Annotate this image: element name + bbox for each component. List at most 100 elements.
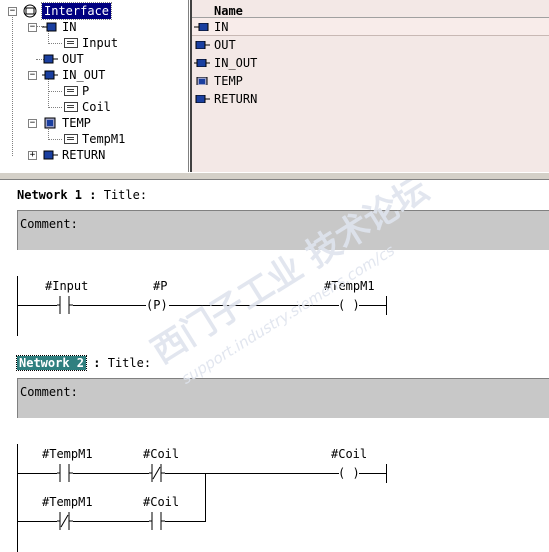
watermark-line-1: 西门子工业 技术论坛 [145,180,436,372]
coil-operand-coil[interactable]: #Coil [331,447,367,461]
interface-detail-table: Name IN OUT IN_OUT TEMP RETURN [190,0,549,172]
collapse-icon[interactable]: − [28,71,37,80]
branch-wire [205,473,206,522]
variable-icon [64,86,78,96]
tree-label[interactable]: RETURN [62,147,105,163]
tree-item-out[interactable]: OUT [0,51,188,67]
network-title[interactable]: Title: [104,188,147,202]
output-block-icon [43,54,58,64]
tree-label[interactable]: Input [82,35,118,51]
tree-label[interactable]: TempM1 [82,131,125,147]
tree-label[interactable]: IN_OUT [62,67,105,83]
interface-panel: − Interface − IN Input OUT − IN_OUT P Co… [0,0,549,172]
network-separator: : [93,356,101,370]
temp-block-icon [196,77,208,85]
detail-row-label: OUT [214,38,236,52]
variable-icon [64,102,78,112]
collapse-icon[interactable]: − [8,7,17,16]
return-block-icon [195,95,210,103]
collapse-icon[interactable]: − [28,119,37,128]
rung-wire [359,473,386,474]
network-title[interactable]: Title: [108,356,151,370]
rung-end [386,464,387,483]
detail-row-out[interactable]: OUT [192,36,236,54]
output-block-icon [195,41,210,49]
column-header-name[interactable]: Name [192,4,549,18]
contact-operand-coil[interactable]: #Coil [143,495,179,509]
network-1-comment[interactable]: Comment: [17,210,549,250]
network-label[interactable]: Network 2 [15,355,88,371]
detail-row-label: IN_OUT [214,56,258,70]
output-coil-symbol[interactable]: ( ) [338,298,360,312]
tree-label[interactable]: OUT [62,51,84,67]
nc-contact-symbol[interactable] [57,512,73,530]
detail-row-in[interactable]: IN [192,18,549,36]
tree-item-temp[interactable]: − TEMP [0,115,188,131]
network-2-header[interactable]: Network 2 : Title: [15,355,151,371]
rung-wire [17,473,57,474]
coil-operand-p[interactable]: #P [153,279,167,293]
no-contact-symbol[interactable] [57,296,73,314]
variable-icon [64,134,78,144]
rung-wire [165,521,206,522]
detail-row-in-out[interactable]: IN_OUT [192,54,257,72]
rung-wire [73,521,149,522]
detail-row-return[interactable]: RETURN [192,90,257,108]
variable-icon [64,38,78,48]
tree-label[interactable]: TEMP [62,115,91,131]
in-out-block-icon [194,59,210,67]
tree-item-in[interactable]: − IN [0,19,188,35]
tree-item-coil[interactable]: Coil [0,99,188,115]
in-out-block-icon [42,70,58,80]
tree-label[interactable]: Coil [82,99,111,115]
rung-wire [73,305,146,306]
rung-wire [169,305,339,306]
power-rail [17,276,18,336]
network-label[interactable]: Network 1 [17,188,82,202]
comment-label: Comment: [20,385,78,399]
input-block-icon [194,23,209,31]
no-contact-symbol[interactable] [149,512,165,530]
rung-wire [73,473,149,474]
rung-wire [17,521,57,522]
tree-root-label[interactable]: Interface [40,2,113,20]
power-rail [17,444,18,552]
tree-item-p[interactable]: P [0,83,188,99]
comment-label: Comment: [20,217,78,231]
nc-contact-symbol[interactable] [149,464,165,482]
no-contact-symbol[interactable] [57,464,73,482]
output-coil-symbol[interactable]: ( ) [338,466,360,480]
interface-icon [23,4,37,18]
rung-wire [17,305,57,306]
detail-row-temp[interactable]: TEMP [192,72,243,90]
detail-row-label: IN [214,20,229,34]
tree-item-tempm1[interactable]: TempM1 [0,131,188,147]
tree-label[interactable]: IN [62,19,76,35]
network-1-header[interactable]: Network 1 : Title: [17,188,147,202]
contact-operand-input[interactable]: #Input [45,279,88,293]
rung-wire [165,473,339,474]
contact-operand-coil[interactable]: #Coil [143,447,179,461]
tree-item-in-out[interactable]: − IN_OUT [0,67,188,83]
rung-end [386,296,387,315]
panel-splitter[interactable] [0,172,549,180]
network-separator: : [89,188,97,202]
detail-row-label: TEMP [214,74,243,88]
watermark-line-2: support.industry.siemens.com/cs [178,241,398,388]
network-2-comment[interactable]: Comment: [17,378,549,418]
tree-item-input[interactable]: Input [0,35,188,51]
contact-operand-tempm1[interactable]: #TempM1 [42,447,93,461]
interface-tree[interactable]: − Interface − IN Input OUT − IN_OUT P Co… [0,0,189,172]
collapse-icon[interactable]: − [28,23,37,32]
temp-block-icon [44,117,56,129]
contact-operand-tempm1[interactable]: #TempM1 [42,495,93,509]
tree-item-return[interactable]: + RETURN [0,147,188,163]
expand-icon[interactable]: + [28,151,37,160]
tree-label[interactable]: P [82,83,89,99]
return-block-icon [43,150,58,160]
input-block-icon [42,22,57,32]
positive-edge-coil-symbol[interactable]: (P) [146,298,168,312]
detail-row-label: RETURN [214,92,258,106]
coil-operand-tempm1[interactable]: #TempM1 [324,279,375,293]
tree-item-interface[interactable]: − Interface [0,2,188,20]
